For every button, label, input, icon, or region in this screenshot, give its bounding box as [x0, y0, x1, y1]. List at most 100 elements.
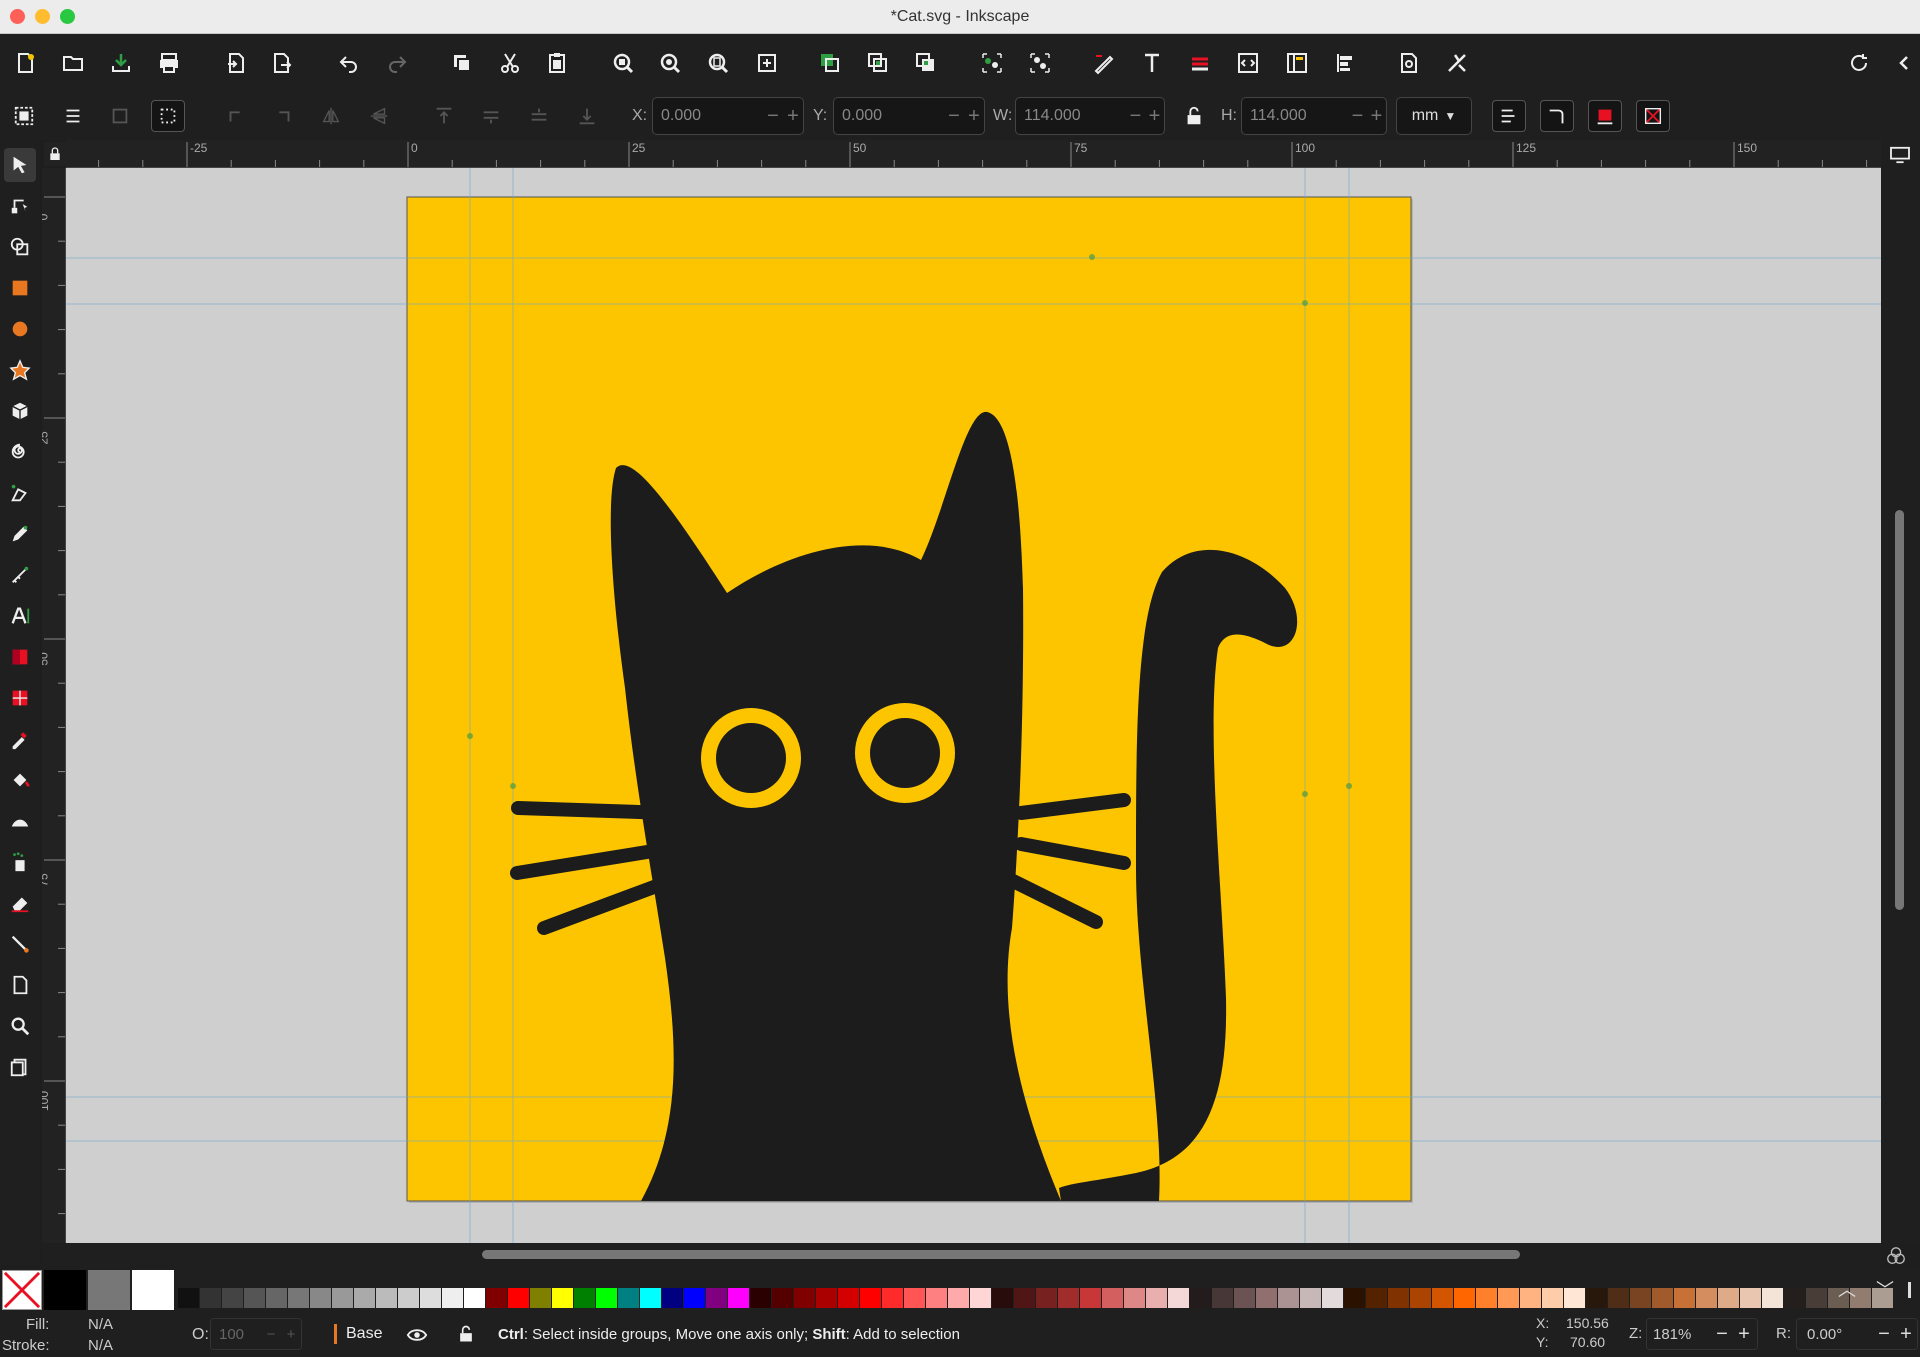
- h-input[interactable]: [1242, 107, 1348, 125]
- color-swatch[interactable]: [1652, 1288, 1673, 1308]
- zoom-in-button[interactable]: +: [1733, 1323, 1755, 1346]
- color-swatch[interactable]: [1432, 1288, 1453, 1308]
- color-swatch[interactable]: [1322, 1288, 1343, 1308]
- color-swatch[interactable]: [794, 1288, 815, 1308]
- rotate-ccw-icon[interactable]: [219, 100, 253, 132]
- y-input[interactable]: [834, 107, 944, 125]
- copy-icon[interactable]: [446, 47, 478, 79]
- color-swatch[interactable]: [948, 1288, 969, 1308]
- transform-patterns-icon[interactable]: [1636, 100, 1670, 132]
- open-icon[interactable]: [57, 47, 89, 79]
- zoom-drawing-icon[interactable]: [654, 47, 686, 79]
- export-icon[interactable]: [265, 47, 297, 79]
- measure-tool-icon[interactable]: [4, 1050, 36, 1084]
- x-decrement[interactable]: −: [763, 105, 783, 128]
- color-swatch[interactable]: [1564, 1288, 1585, 1308]
- color-swatch[interactable]: [552, 1288, 573, 1308]
- vertical-scroll-thumb[interactable]: [1895, 510, 1904, 910]
- color-swatch[interactable]: [1388, 1288, 1409, 1308]
- color-swatch[interactable]: [178, 1288, 199, 1308]
- color-swatch[interactable]: [662, 1288, 683, 1308]
- color-managed-icon[interactable]: [1885, 1245, 1907, 1267]
- 3d-box-tool-icon[interactable]: [4, 394, 36, 428]
- color-swatch[interactable]: [1498, 1288, 1519, 1308]
- x-spinbox[interactable]: −+: [652, 97, 804, 135]
- chevron-down-icon[interactable]: ﹀: [1876, 1276, 1894, 1302]
- fill-stroke-icon[interactable]: [1088, 47, 1120, 79]
- new-document-icon[interactable]: [9, 47, 41, 79]
- color-swatch[interactable]: [860, 1288, 881, 1308]
- align-distribute-icon[interactable]: [1329, 47, 1361, 79]
- color-swatch[interactable]: [354, 1288, 375, 1308]
- color-swatch[interactable]: [1014, 1288, 1035, 1308]
- redo-icon[interactable]: [381, 47, 413, 79]
- color-swatch[interactable]: [1630, 1288, 1651, 1308]
- color-swatch[interactable]: [1454, 1288, 1475, 1308]
- eraser-tool-icon[interactable]: [4, 886, 36, 920]
- stroke-value[interactable]: N/A: [88, 1337, 113, 1354]
- color-swatch[interactable]: [1102, 1288, 1123, 1308]
- zoom-selection-icon[interactable]: [607, 47, 639, 79]
- import-icon[interactable]: [220, 47, 252, 79]
- mesh-tool-icon[interactable]: [4, 681, 36, 715]
- rectangle-tool-icon[interactable]: [4, 271, 36, 305]
- unlock-icon[interactable]: [456, 1324, 476, 1348]
- zoom-out-button[interactable]: −: [1711, 1323, 1733, 1346]
- w-increment[interactable]: +: [1145, 105, 1164, 128]
- duplicate-icon[interactable]: [814, 47, 846, 79]
- color-swatch[interactable]: [1696, 1288, 1717, 1308]
- color-swatch[interactable]: [618, 1288, 639, 1308]
- color-swatch[interactable]: [1806, 1288, 1827, 1308]
- color-swatch[interactable]: [1784, 1288, 1805, 1308]
- eye-icon[interactable]: [406, 1324, 428, 1350]
- rotation-spinbox[interactable]: 0.00° − +: [1796, 1318, 1918, 1350]
- pen-tool-icon[interactable]: [4, 476, 36, 510]
- document-properties-icon[interactable]: [1393, 47, 1425, 79]
- color-swatch[interactable]: [376, 1288, 397, 1308]
- color-swatch[interactable]: [904, 1288, 925, 1308]
- preferences-icon[interactable]: [1441, 47, 1473, 79]
- drawing-canvas[interactable]: [66, 168, 1881, 1243]
- color-swatch[interactable]: [1146, 1288, 1167, 1308]
- x-increment[interactable]: +: [783, 105, 803, 128]
- lower-to-bottom-icon[interactable]: [570, 100, 604, 132]
- object-properties-icon[interactable]: [1281, 47, 1313, 79]
- command-palette-icon[interactable]: [1843, 47, 1875, 79]
- ungroup-icon[interactable]: [1024, 47, 1056, 79]
- opacity-increment[interactable]: +: [281, 1326, 301, 1343]
- tweak-tool-icon[interactable]: [4, 804, 36, 838]
- color-swatch[interactable]: [310, 1288, 331, 1308]
- zoom-page-icon[interactable]: [702, 47, 734, 79]
- color-swatch[interactable]: [970, 1288, 991, 1308]
- y-increment[interactable]: +: [964, 105, 984, 128]
- rotate-cw-button[interactable]: +: [1895, 1323, 1917, 1346]
- color-swatch[interactable]: [1762, 1288, 1783, 1308]
- w-input[interactable]: [1016, 107, 1126, 125]
- select-all-icon[interactable]: [7, 100, 41, 132]
- unit-select[interactable]: mm ▼: [1396, 97, 1472, 135]
- guides-lock-icon[interactable]: [44, 142, 66, 166]
- color-swatch[interactable]: [1608, 1288, 1629, 1308]
- zoom-spinbox[interactable]: 181% − +: [1646, 1318, 1758, 1350]
- color-swatch[interactable]: [596, 1288, 617, 1308]
- color-swatch[interactable]: [442, 1288, 463, 1308]
- white-swatch[interactable]: [132, 1270, 174, 1310]
- color-swatch[interactable]: [464, 1288, 485, 1308]
- scale-stroke-icon[interactable]: [1492, 100, 1526, 132]
- current-layer[interactable]: Base: [346, 1325, 382, 1343]
- color-swatch[interactable]: [1718, 1288, 1739, 1308]
- star-tool-icon[interactable]: [4, 353, 36, 387]
- color-swatch[interactable]: [508, 1288, 529, 1308]
- display-mode-icon[interactable]: [1889, 146, 1911, 164]
- scale-corners-icon[interactable]: [1540, 100, 1574, 132]
- clone-icon[interactable]: [862, 47, 894, 79]
- connector-tool-icon[interactable]: [4, 927, 36, 961]
- gradient-tool-icon[interactable]: [4, 640, 36, 674]
- flip-vertical-icon[interactable]: [362, 100, 396, 132]
- color-swatch[interactable]: [530, 1288, 551, 1308]
- opacity-decrement[interactable]: −: [261, 1326, 281, 1343]
- deselect-icon[interactable]: [103, 100, 137, 132]
- select-same-icon[interactable]: [151, 100, 185, 132]
- color-swatch[interactable]: [1168, 1288, 1189, 1308]
- selector-tool-icon[interactable]: [4, 148, 36, 182]
